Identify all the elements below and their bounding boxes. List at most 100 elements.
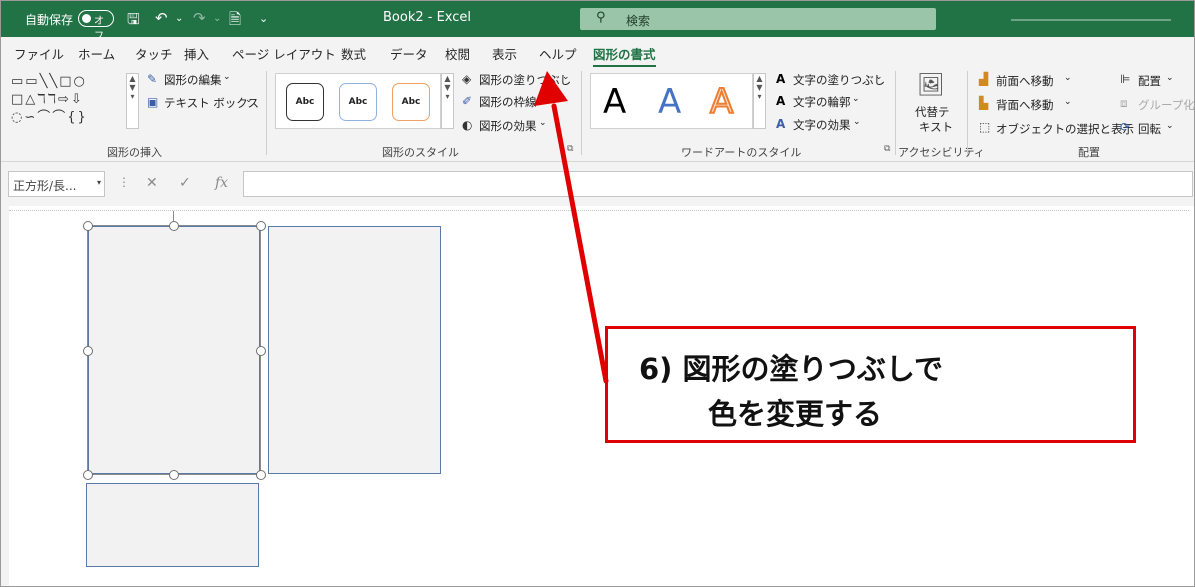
send-backward-icon: ▙: [979, 96, 989, 110]
shape-fill-dropdown-icon[interactable]: ⌄: [562, 72, 570, 82]
text-outline-button[interactable]: 文字の輪郭: [793, 94, 851, 110]
text-outline-dropdown-icon[interactable]: ⌄: [852, 94, 860, 104]
shape-styles-gallery[interactable]: Abc Abc Abc: [275, 73, 441, 129]
print-preview-icon[interactable]: 🗎: [229, 9, 241, 34]
dialog-launcher-icon[interactable]: ⧉: [884, 144, 890, 154]
shape-fill-button[interactable]: 図形の塗りつぶし: [479, 72, 571, 88]
enter-icon[interactable]: ✓: [179, 175, 191, 191]
group-separator: [967, 71, 968, 155]
callout-line-1: 6) 図形の塗りつぶしで: [639, 352, 943, 386]
shapes-gallery-scroll[interactable]: ▲ ▼ ▾: [126, 73, 139, 129]
bring-forward-dropdown-icon[interactable]: ⌄: [1064, 73, 1072, 83]
cancel-icon[interactable]: ✕: [146, 175, 158, 191]
ribbon: ▭▭╲╲□○ □△ℸℸ⇨⇩ ◌∽⌒⌒{} ▲ ▼ ▾ ✎ 図形の編集 ⌄ ▣ テキス…: [1, 67, 1194, 162]
shapes-row-3: ◌∽⌒⌒{}: [11, 110, 88, 125]
search-box[interactable]: ⚲ 検索: [580, 8, 936, 30]
redo-icon[interactable]: ↷: [193, 9, 206, 27]
alt-text-button-line2[interactable]: キスト: [919, 119, 953, 135]
insert-function-button[interactable]: fx: [215, 175, 228, 191]
wordart-style-1[interactable]: A: [603, 82, 626, 122]
tab-file[interactable]: ファイル: [14, 44, 64, 63]
shape-style-3[interactable]: Abc: [392, 83, 430, 121]
shape-outline-button[interactable]: 図形の枠線: [479, 94, 537, 110]
tab-page-layout[interactable]: ページ レイアウト: [232, 44, 336, 63]
rectangle-shape[interactable]: [86, 483, 259, 567]
text-fill-button[interactable]: 文字の塗りつぶし: [793, 72, 885, 88]
group-button[interactable]: グループ化: [1138, 97, 1194, 113]
text-outline-icon: A: [776, 94, 786, 108]
shape-effects-dropdown-icon[interactable]: ⌄: [539, 118, 547, 128]
undo-dropdown-icon[interactable]: ⌄: [175, 13, 183, 24]
shape-effects-button[interactable]: 図形の効果: [479, 118, 537, 134]
name-box-dropdown-icon[interactable]: ▾: [97, 178, 101, 187]
redo-dropdown-icon[interactable]: ⌄: [213, 13, 221, 24]
resize-handle-right[interactable]: [256, 346, 266, 356]
shape-style-1[interactable]: Abc: [286, 83, 324, 121]
edit-shape-dropdown-icon[interactable]: ⌄: [223, 72, 231, 82]
wordart-scroll[interactable]: ▲ ▼ ▾: [753, 73, 766, 129]
wordart-gallery[interactable]: A A A: [590, 73, 753, 129]
align-button[interactable]: 配置: [1138, 73, 1161, 89]
shape-effects-icon: ◐: [462, 118, 473, 132]
align-icon: ⊫: [1120, 72, 1131, 86]
resize-handle-top-right[interactable]: [256, 221, 266, 231]
arrange-group-label: 配置: [1078, 146, 1100, 159]
text-effects-dropdown-icon[interactable]: ⌄: [853, 117, 861, 127]
shapes-row-1: ▭▭╲╲□○: [11, 74, 87, 89]
toggle-knob: [82, 14, 91, 23]
undo-icon[interactable]: ↶: [155, 9, 168, 27]
resize-handle-left[interactable]: [83, 346, 93, 356]
tab-help[interactable]: ヘルプ: [539, 44, 577, 63]
align-dropdown-icon[interactable]: ⌄: [1166, 73, 1174, 83]
group-separator: [581, 71, 582, 155]
customize-toolbar-icon[interactable]: ⌄: [259, 12, 268, 25]
wordart-style-2[interactable]: A: [658, 82, 681, 122]
title-bar: 自動保存 オフ 🖫 ↶ ⌄ ↷ ⌄ 🗎 ⌄ Book2 - Excel ⚲ 検索: [1, 1, 1194, 42]
tab-review[interactable]: 校閲: [445, 44, 470, 63]
formula-input[interactable]: [243, 171, 1193, 197]
resize-handle-bottom-right[interactable]: [256, 470, 266, 480]
search-placeholder: 検索: [626, 14, 651, 28]
text-box-dropdown-icon[interactable]: ⌄: [245, 95, 253, 105]
tab-insert[interactable]: 挿入: [184, 44, 209, 63]
shape-styles-scroll[interactable]: ▲ ▼ ▾: [441, 73, 454, 129]
edit-shape-button[interactable]: 図形の編集: [164, 72, 222, 88]
rotate-dropdown-icon[interactable]: ⌄: [1166, 121, 1174, 131]
text-effects-button[interactable]: 文字の効果: [793, 117, 851, 133]
selection-pane-button[interactable]: オブジェクトの選択と表示: [996, 121, 1134, 137]
edit-shape-icon: ✎: [147, 72, 158, 86]
shape-style-2[interactable]: Abc: [339, 83, 377, 121]
shape-outline-dropdown-icon[interactable]: ⌄: [539, 94, 547, 104]
tab-formulas[interactable]: 数式: [341, 44, 366, 63]
dialog-launcher-icon[interactable]: ⧉: [567, 144, 573, 154]
resize-handle-top[interactable]: [169, 221, 179, 231]
tab-view[interactable]: 表示: [492, 44, 517, 63]
accessibility-group-label: アクセシビリティ: [898, 146, 985, 159]
alt-text-button-line1[interactable]: 代替テ: [915, 104, 950, 120]
rectangle-shape[interactable]: [268, 226, 441, 474]
tab-data[interactable]: データ: [390, 44, 428, 63]
rotate-button[interactable]: 回転: [1138, 121, 1161, 137]
resize-handle-top-left[interactable]: [83, 221, 93, 231]
rotate-icon: ⟳: [1120, 120, 1131, 134]
bring-forward-button[interactable]: 前面へ移動: [996, 73, 1054, 89]
tab-shape-format[interactable]: 図形の書式: [593, 44, 656, 68]
autosave-toggle[interactable]: オフ: [78, 10, 114, 42]
instruction-callout: 6) 図形の塗りつぶしで 色を変更する: [605, 326, 1136, 443]
group-separator: [895, 71, 896, 155]
resize-handle-bottom-left[interactable]: [83, 470, 93, 480]
save-icon[interactable]: 🖫: [127, 9, 140, 34]
text-fill-dropdown-icon[interactable]: ⌄: [875, 72, 883, 82]
tab-touch[interactable]: タッチ: [135, 44, 173, 63]
send-backward-button[interactable]: 背面へ移動: [996, 97, 1054, 113]
tab-home[interactable]: ホーム: [78, 44, 115, 63]
group-separator: [266, 71, 267, 155]
insert-shapes-group-label: 図形の挿入: [107, 146, 162, 159]
group-icon: ⧈: [1120, 96, 1128, 110]
shapes-gallery[interactable]: ▭▭╲╲□○ □△ℸℸ⇨⇩ ◌∽⌒⌒{}: [11, 73, 126, 133]
resize-handle-bottom[interactable]: [169, 470, 179, 480]
selection-outline: [87, 225, 261, 475]
wordart-style-3[interactable]: A: [709, 81, 734, 123]
send-backward-dropdown-icon[interactable]: ⌄: [1064, 97, 1072, 107]
name-box[interactable]: 正方形/長... ▾: [8, 171, 105, 197]
